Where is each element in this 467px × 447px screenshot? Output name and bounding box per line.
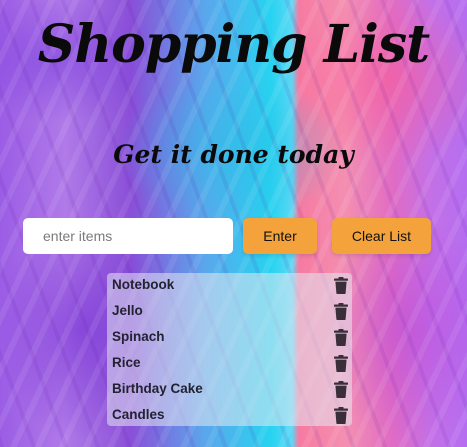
trash-icon[interactable]	[334, 407, 348, 424]
shopping-list: Notebook Jello Spinach Rice Birthday Cak…	[107, 273, 352, 429]
list-item: Rice	[107, 351, 352, 377]
list-item-label: Notebook	[112, 277, 175, 292]
shopping-list-panel: Notebook Jello Spinach Rice Birthday Cak…	[107, 273, 352, 426]
list-item-label: Jello	[112, 303, 143, 318]
trash-icon[interactable]	[334, 381, 348, 398]
list-item: Candles	[107, 403, 352, 429]
trash-icon[interactable]	[334, 329, 348, 346]
list-item: Jello	[107, 299, 352, 325]
list-item: Spinach	[107, 325, 352, 351]
list-item-label: Candles	[112, 407, 165, 422]
item-input[interactable]	[23, 218, 233, 254]
list-item: Notebook	[107, 273, 352, 299]
add-item-form: Enter Clear List	[23, 218, 443, 254]
list-item-label: Spinach	[112, 329, 165, 344]
list-item: Birthday Cake	[107, 377, 352, 403]
trash-icon[interactable]	[334, 277, 348, 294]
clear-list-button[interactable]: Clear List	[332, 218, 431, 254]
list-item-label: Birthday Cake	[112, 381, 203, 396]
list-item-label: Rice	[112, 355, 141, 370]
trash-icon[interactable]	[334, 355, 348, 372]
enter-button[interactable]: Enter	[243, 218, 317, 254]
page-title: Shopping List	[37, 14, 430, 75]
trash-icon[interactable]	[334, 303, 348, 320]
page-subtitle: Get it done today	[113, 140, 354, 169]
